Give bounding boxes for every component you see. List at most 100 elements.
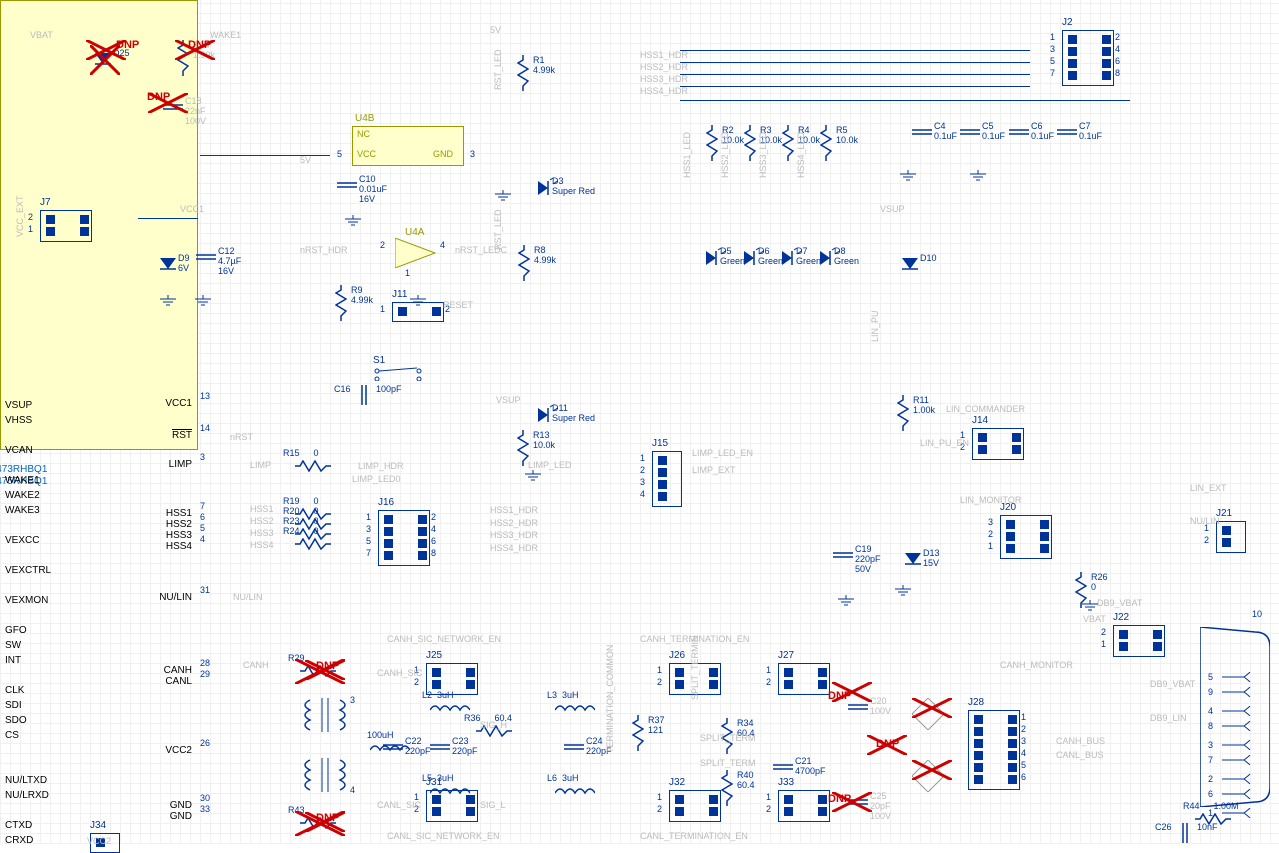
ic-pin-nu/lrxd: NU/LRXD [5,790,49,801]
connector-pin-num: 7 [366,548,371,558]
net-label: LIMP_LED [528,460,572,470]
net-label: HSS4_LED [796,132,806,178]
net-label: CANH_MONITOR [1000,660,1073,670]
ic-pin-vexcc: VEXCC [5,535,39,546]
ic-pin-wake2: WAKE2 [5,490,40,501]
net-label: SPLIT_TERMIN [690,635,700,700]
resistor-R24 [295,538,331,550]
connector-J26-label: J26 [669,650,685,661]
diode-D3-label: D3Super Red [552,176,595,196]
connector-J11-label: J11 [392,289,407,300]
resistor-R40-label: R4060.4 [737,770,755,790]
ic-pinnum: 31 [200,585,210,595]
wire [138,218,198,219]
ic-u4a [395,238,445,268]
connector-J33-label: J33 [778,777,794,788]
connector-pin-num: 1 [1021,712,1026,722]
db9-pin-num: 6 [1208,789,1213,799]
capacitor-C19 [833,548,853,562]
db9-pin-arrow [1222,789,1252,799]
net-label: LIN_MONITOR [960,495,1021,505]
ic-pin-ctxd: CTXD [5,820,32,831]
resistor-R1 [517,55,529,91]
net-label: LIMP_EXT [692,465,736,475]
inductor-L2 [430,702,470,712]
dnp-text: DNP [316,812,339,824]
ic-pinnum: 6 [200,512,205,522]
connector-J7 [40,210,92,242]
capacitor-C25-label: C2520pF100V [870,791,891,821]
capacitor-C16 [356,385,372,405]
net-label: HSS1_HDR [640,50,688,60]
connector-J28 [968,710,1020,790]
connector-J2-label: J2 [1062,17,1073,28]
connector-J16 [378,510,430,566]
net-label: CANL_BUS [1056,750,1104,760]
connector-pin-num: 4 [1115,44,1120,54]
net-label: LIMP_LED0 [352,474,401,484]
resistor-R15-label: R150 [283,448,319,458]
resistor-R40 [721,770,733,806]
ic-pinnum: 30 [200,793,210,803]
resistor-R19-label: R190 [283,496,319,506]
net-label: CANH_BUS [1056,736,1105,746]
db9-pin-10: 10 [1252,609,1262,619]
connector-J32-label: J32 [669,777,685,788]
net-label: NU/LIN [233,592,263,602]
connector-pin-num: 2 [1101,627,1106,637]
connector-J7-label: J7 [40,197,51,208]
connector-J28-label: J28 [968,697,984,708]
net-label: CANH_SIC [377,668,423,678]
connector-pin-num: 1 [766,792,771,802]
capacitor-C4 [912,125,932,139]
capacitor-C21-label: C214700pF [795,756,826,776]
resistor-R5-label: R510.0k [836,125,858,145]
resistor-R11-label: R111.00k [913,395,935,415]
connector-pin-num: 7 [1050,68,1055,78]
resistor-R29-label: R29 [288,653,319,663]
ic-pin-hss2: HSS2 [166,519,192,530]
resistor-R24-label: R240 [283,526,319,536]
net-label: CANL_SIC_NETWORK_EN [387,831,500,841]
connector-pin-num: 1 [1050,32,1055,42]
db9-pin-arrow [1222,774,1252,784]
dnp-text: DNP [828,793,851,805]
connector-pin-num: 8 [431,548,436,558]
connector-J20 [1000,515,1052,559]
net-label: LIN_PU [870,310,880,342]
connector-pin-num: 5 [1050,56,1055,66]
connector-pin-num: 6 [1115,56,1120,66]
net-label: LIN_PU_EN [920,438,969,448]
capacitor-C7-label: C70.1uF [1079,121,1102,141]
net-label: CANL_TERMINATION_EN [640,831,748,841]
connector-J22-label: J22 [1113,612,1129,623]
dnp-text: DNP [876,738,899,750]
connector-pin-num: 6 [1021,772,1026,782]
ic-pinnum: 4 [200,534,205,544]
db9-pin-num: 7 [1208,755,1213,765]
connector-pin-num: 6 [431,536,436,546]
connector-pin-num: 1 [657,792,662,802]
net-label: HSS2_HDR [640,62,688,72]
net-label: HSS1 [250,504,274,514]
net-label: CANL_SIC [377,800,421,810]
u4b-pin-gnd: GND [433,149,453,159]
ic-pinnum: 28 [200,658,210,668]
net-label: LIMP_LED_EN [692,448,753,458]
net-label: CANH_SIC_NETWORK_EN [387,634,501,644]
net-label: HSS3_LED [758,132,768,178]
wire [680,74,1030,75]
net-label: HSS4_HDR [490,543,538,553]
connector-pin-num: 2 [1204,535,1209,545]
net-label: HSS4 [250,540,274,550]
connector-pin-num: 2 [657,804,662,814]
connector-pin-num: 2 [766,804,771,814]
connector-pin-num: 2 [431,512,436,522]
connector-pin-num: 1 [657,665,662,675]
capacitor-C7 [1057,125,1077,139]
connector-pin-num: 3 [988,517,993,527]
connector-J27-label: J27 [778,650,794,661]
s1-label: S1 [373,355,385,366]
ic-pin-hss3: HSS3 [166,530,192,541]
inductor-L6 [555,785,595,795]
